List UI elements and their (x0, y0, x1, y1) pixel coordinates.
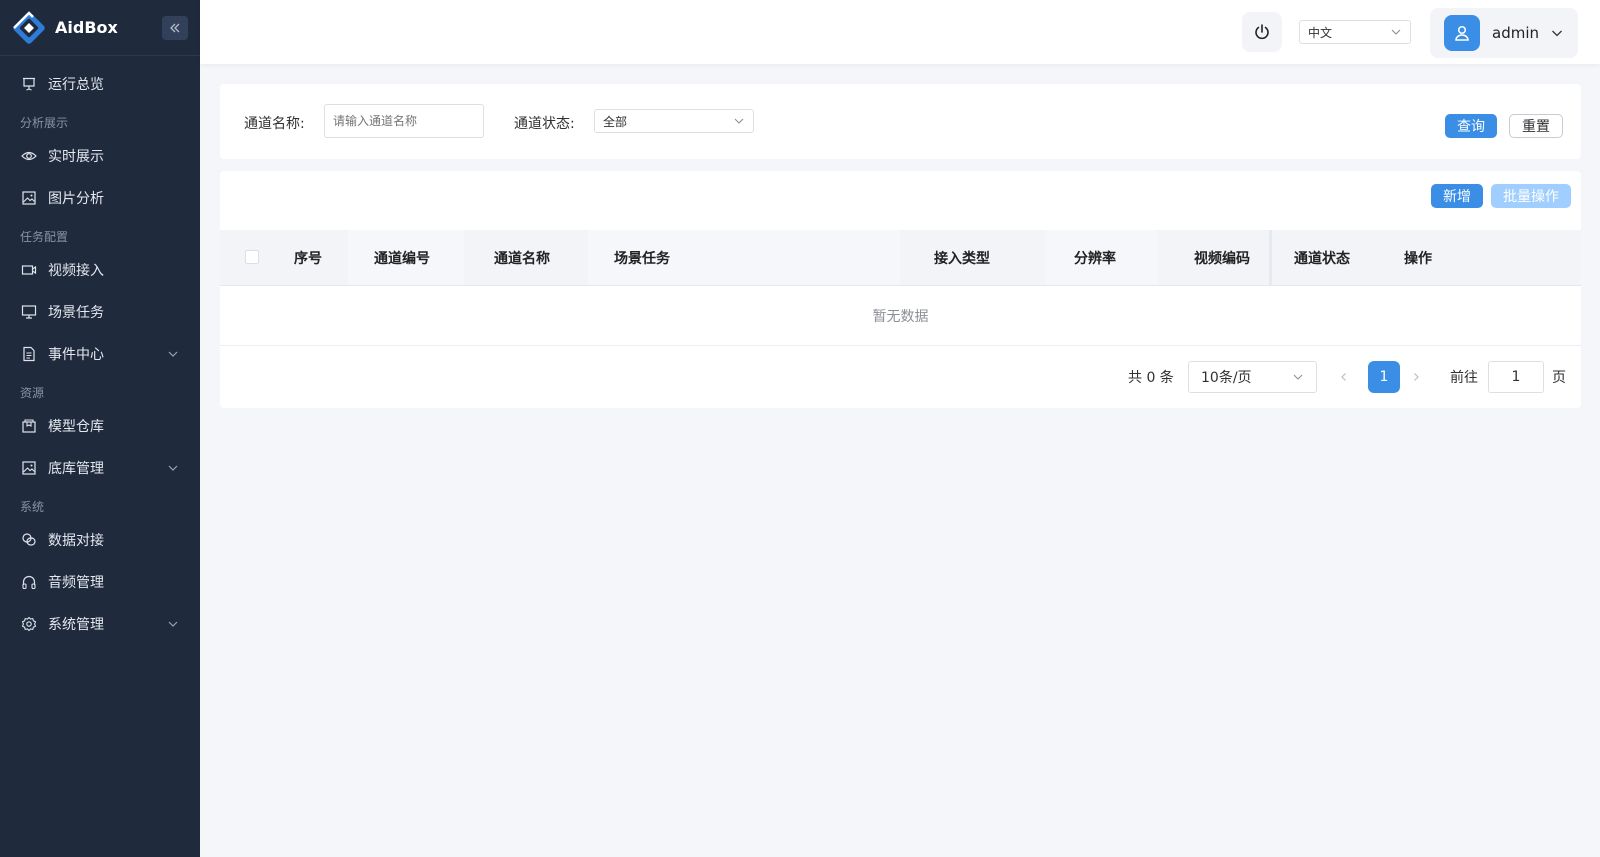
goto-page-input[interactable]: 1 (1488, 361, 1544, 393)
filter-panel: 通道名称: 通道状态: 全部 查询 重置 (220, 84, 1581, 159)
column-header-scene-task: 场景任务 (614, 250, 670, 267)
sidebar-item-video-access[interactable]: 视频接入 (0, 249, 200, 291)
top-header: 中文 admin (200, 0, 1600, 64)
chevron-down-icon (168, 621, 178, 627)
column-header-actions: 操作 (1404, 250, 1432, 267)
gear-icon (21, 616, 37, 632)
sidebar-item-model-repo[interactable]: 模型仓库 (0, 405, 200, 447)
chevron-down-icon (1391, 29, 1401, 35)
sidebar-item-gallery[interactable]: 底库管理 (0, 447, 200, 489)
headphones-icon (22, 575, 36, 590)
reset-button[interactable]: 重置 (1509, 114, 1563, 138)
sidebar-item-scene-task[interactable]: 场景任务 (0, 291, 200, 333)
pagination-total: 共 0 条 (1128, 370, 1174, 386)
monitor-icon (21, 305, 37, 319)
column-header-channel-name: 通道名称 (494, 250, 550, 267)
brand-bar: AidBox (0, 0, 200, 56)
sidebar-menu: 运行总览 分析展示 实时展示 图片分析 任务配置 视频接入 场景任务 事件中心 … (0, 56, 200, 645)
chevron-left-icon (1341, 373, 1346, 381)
aidbox-logo-icon (13, 10, 45, 44)
page-number-current[interactable]: 1 (1368, 361, 1400, 393)
sidebar-item-label: 场景任务 (48, 305, 104, 321)
menu-group-system: 系统 (20, 500, 45, 514)
column-header-channel-id: 通道编号 (374, 250, 430, 267)
image-icon (22, 191, 36, 205)
collapse-sidebar-button[interactable] (162, 15, 188, 40)
sidebar-item-label: 数据对接 (48, 533, 104, 549)
fixed-column-divider (1269, 230, 1272, 285)
user-menu[interactable]: admin (1430, 8, 1578, 58)
sidebar: AidBox 运行总览 分析展示 实时展示 图片分析 任务配置 视频接入 场景任… (0, 0, 200, 857)
image-icon (22, 461, 36, 475)
sidebar-item-event-center[interactable]: 事件中心 (0, 333, 200, 375)
sidebar-item-label: 底库管理 (48, 461, 104, 477)
query-button[interactable]: 查询 (1445, 114, 1497, 138)
logout-button[interactable] (1242, 12, 1282, 52)
column-header-index: 序号 (294, 250, 322, 267)
language-value: 中文 (1308, 25, 1333, 40)
channel-status-value: 全部 (603, 114, 628, 129)
presentation-icon (23, 77, 35, 91)
chevron-down-icon (168, 465, 178, 471)
column-header-video-codec: 视频编码 (1194, 250, 1250, 267)
page-size-value: 10条/页 (1201, 370, 1252, 386)
user-icon (1455, 25, 1469, 41)
power-icon (1255, 24, 1269, 40)
select-all-checkbox[interactable] (245, 250, 259, 264)
sidebar-item-realtime[interactable]: 实时展示 (0, 135, 200, 177)
column-header-channel-status: 通道状态 (1294, 250, 1350, 267)
sidebar-item-audio[interactable]: 音频管理 (0, 561, 200, 603)
page-size-select[interactable]: 10条/页 (1188, 361, 1317, 393)
batch-operation-button[interactable]: 批量操作 (1491, 184, 1571, 208)
avatar (1444, 15, 1480, 51)
sidebar-item-label: 事件中心 (48, 347, 104, 363)
chevron-right-icon (1414, 373, 1419, 381)
sidebar-item-overview[interactable]: 运行总览 (0, 63, 200, 105)
video-icon (21, 265, 37, 275)
chevron-down-icon (734, 118, 744, 124)
sidebar-item-label: 视频接入 (48, 263, 104, 279)
package-icon (22, 419, 36, 433)
column-header-resolution: 分辨率 (1074, 250, 1116, 267)
add-button[interactable]: 新增 (1431, 184, 1483, 208)
language-select[interactable]: 中文 (1299, 20, 1411, 44)
channel-name-label: 通道名称: (244, 116, 305, 132)
chevron-down-icon (1552, 30, 1562, 37)
empty-state: 暂无数据 (220, 286, 1581, 346)
sidebar-item-label: 实时展示 (48, 149, 104, 165)
table-header: 序号 通道编号 通道名称 场景任务 接入类型 分辨率 视频编码 通道状态 操作 (220, 230, 1581, 286)
sidebar-item-label: 运行总览 (48, 77, 104, 93)
sidebar-item-label: 系统管理 (48, 617, 104, 633)
menu-group-analysis: 分析展示 (20, 116, 69, 130)
link-icon (22, 533, 36, 546)
brand-name: AidBox (55, 18, 118, 37)
goto-label: 前往 (1450, 370, 1478, 386)
sidebar-item-system-settings[interactable]: 系统管理 (0, 603, 200, 645)
eye-icon (21, 151, 37, 161)
sidebar-item-label: 图片分析 (48, 191, 104, 207)
double-chevron-left-icon (170, 23, 180, 32)
sidebar-item-data-integration[interactable]: 数据对接 (0, 519, 200, 561)
chevron-down-icon (1293, 374, 1303, 380)
sidebar-item-image-analysis[interactable]: 图片分析 (0, 177, 200, 219)
sidebar-item-label: 模型仓库 (48, 419, 104, 435)
next-page-button[interactable] (1406, 361, 1426, 393)
channel-status-label: 通道状态: (514, 116, 575, 132)
page-suffix-label: 页 (1552, 370, 1566, 386)
sidebar-item-label: 音频管理 (48, 575, 104, 591)
channel-status-select[interactable]: 全部 (594, 109, 754, 133)
username: admin (1492, 24, 1539, 42)
column-header-access-type: 接入类型 (934, 250, 990, 267)
prev-page-button[interactable] (1334, 361, 1354, 393)
menu-group-resources: 资源 (20, 386, 45, 400)
table-panel: 新增 批量操作 序号 通道编号 通道名称 场景任务 接入类型 分辨率 视频编码 … (220, 171, 1581, 408)
channel-name-input[interactable] (324, 104, 484, 138)
menu-group-task-config: 任务配置 (20, 230, 69, 244)
document-icon (23, 346, 35, 362)
chevron-down-icon (168, 351, 178, 357)
